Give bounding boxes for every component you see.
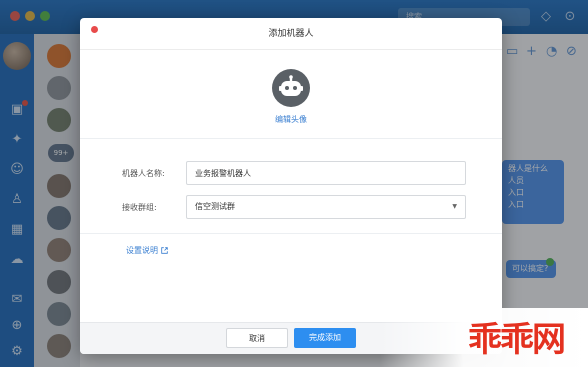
edit-avatar-link[interactable]: 编辑头像: [80, 114, 502, 125]
receive-group-select[interactable]: 信空测试群 ▼: [186, 195, 466, 219]
dialog-title: 添加机器人: [268, 29, 314, 39]
external-link-icon: [160, 246, 168, 255]
receive-group-value: 信空测试群: [195, 202, 235, 211]
add-robot-dialog: 添加机器人 编辑头像 机器人名称: 接收群组: 信空测试群 ▼ 设置说明: [80, 18, 502, 354]
confirm-add-button[interactable]: 完成添加: [294, 328, 356, 348]
dialog-header: 添加机器人: [80, 18, 502, 50]
settings-help-link[interactable]: 设置说明: [126, 245, 168, 256]
chevron-down-icon: ▼: [452, 203, 457, 210]
receive-group-label: 接收群组:: [122, 203, 157, 212]
robot-name-label: 机器人名称:: [122, 169, 165, 178]
watermark-logo: 乖乖网: [468, 320, 566, 360]
divider: [80, 233, 502, 234]
close-icon[interactable]: [91, 26, 98, 33]
divider: [80, 138, 502, 139]
cancel-button[interactable]: 取消: [226, 328, 288, 348]
robot-name-input[interactable]: [186, 161, 466, 185]
settings-help-label: 设置说明: [126, 246, 158, 255]
robot-icon[interactable]: [272, 69, 310, 107]
